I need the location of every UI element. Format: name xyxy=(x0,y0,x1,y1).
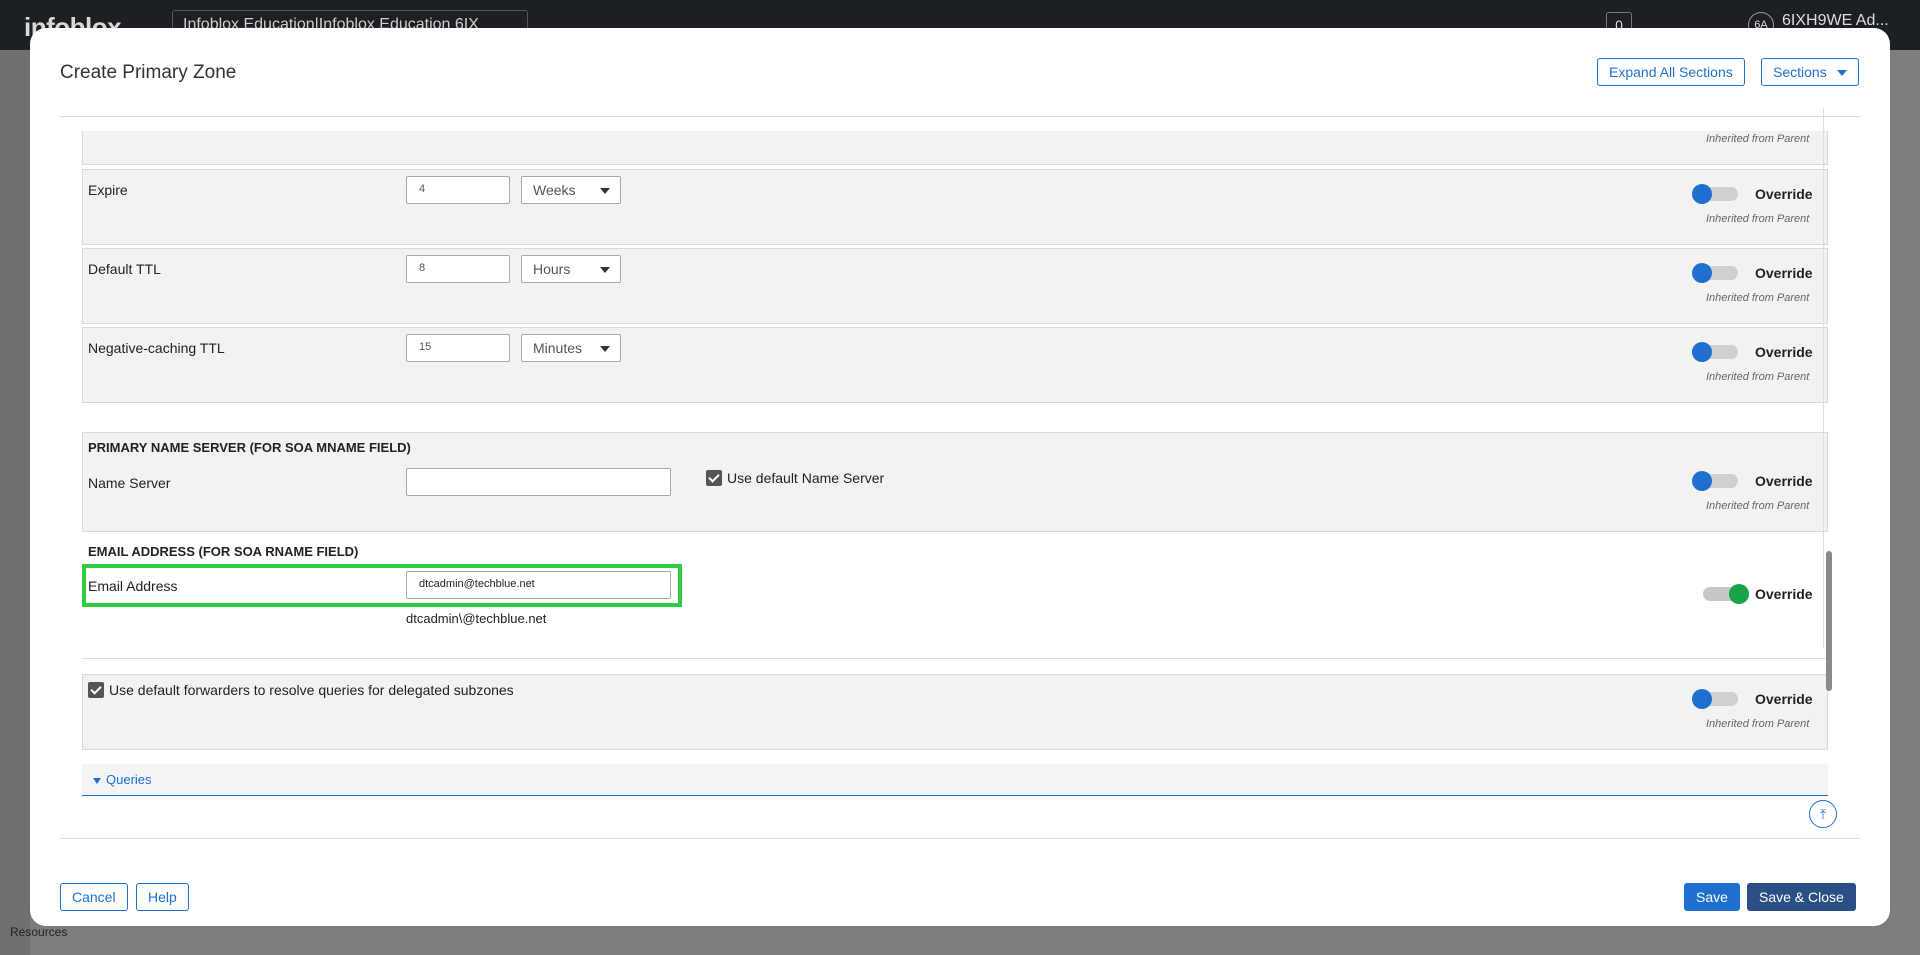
caret-down-icon xyxy=(93,778,101,784)
toggle-knob xyxy=(1692,471,1712,491)
override-label: Override xyxy=(1755,691,1813,707)
expire-input[interactable]: 4 xyxy=(406,176,510,204)
app-sidebar xyxy=(0,50,30,955)
sections-label: Sections xyxy=(1773,64,1827,80)
header-divider xyxy=(60,116,1860,117)
negative-ttl-label: Negative-caching TTL xyxy=(88,340,225,356)
scroll-to-top-icon[interactable]: ⤒ xyxy=(1809,800,1837,828)
expire-override-toggle[interactable] xyxy=(1692,184,1738,204)
default-ttl-unit-select[interactable]: Hours xyxy=(521,255,621,283)
section-divider xyxy=(82,658,1828,659)
toggle-knob xyxy=(1692,263,1712,283)
negative-ttl-panel xyxy=(82,327,1828,403)
email-override-toggle[interactable] xyxy=(1703,584,1749,604)
refresh-panel-partial xyxy=(82,131,1828,165)
sidebar-resources-label: Resources xyxy=(10,925,68,939)
name-server-override-toggle[interactable] xyxy=(1692,471,1738,491)
scrollbar-thumb[interactable] xyxy=(1826,551,1832,691)
default-ttl-override-toggle[interactable] xyxy=(1692,263,1738,283)
default-ttl-input[interactable]: 8 xyxy=(406,255,510,283)
save-and-close-button[interactable]: Save & Close xyxy=(1747,883,1856,911)
queries-section-header[interactable]: Queries xyxy=(82,764,1828,796)
default-ttl-label: Default TTL xyxy=(88,261,161,277)
dialog-title: Create Primary Zone xyxy=(60,62,237,83)
toggle-knob xyxy=(1692,184,1712,204)
use-default-forwarders-checkbox[interactable] xyxy=(88,682,104,698)
inherited-label: Inherited from Parent xyxy=(1706,213,1810,225)
expire-unit-value: Weeks xyxy=(533,182,576,198)
chevron-down-icon xyxy=(600,267,610,273)
toggle-knob xyxy=(1692,342,1712,362)
email-address-input[interactable]: dtcadmin@techblue.net xyxy=(406,571,671,599)
email-escaped-preview: dtcadmin\@techblue.net xyxy=(406,611,547,626)
footer-divider xyxy=(60,838,1860,839)
default-ttl-panel xyxy=(82,248,1828,324)
inherited-label: Inherited from Parent xyxy=(1706,292,1810,304)
inherited-label: Inherited from Parent xyxy=(1706,371,1810,383)
override-label: Override xyxy=(1755,265,1813,281)
help-button[interactable]: Help xyxy=(136,883,189,911)
chevron-down-icon xyxy=(600,188,610,194)
expand-all-sections-button[interactable]: Expand All Sections xyxy=(1597,58,1745,86)
default-ttl-unit-value: Hours xyxy=(533,261,571,277)
negative-ttl-unit-value: Minutes xyxy=(533,340,583,356)
email-address-label: Email Address xyxy=(88,578,178,594)
override-label: Override xyxy=(1755,586,1813,602)
inherited-label: Inherited from Parent xyxy=(1706,500,1810,512)
email-address-heading: EMAIL ADDRESS (FOR SOA RNAME FIELD) xyxy=(88,544,359,559)
use-default-name-server-label: Use default Name Server xyxy=(727,470,885,486)
forwarders-override-toggle[interactable] xyxy=(1692,689,1738,709)
expire-panel xyxy=(82,169,1828,245)
negative-ttl-override-toggle[interactable] xyxy=(1692,342,1738,362)
sections-dropdown-button[interactable]: Sections xyxy=(1761,58,1859,86)
negative-ttl-input[interactable]: 15 xyxy=(406,334,510,362)
negative-ttl-unit-select[interactable]: Minutes xyxy=(521,334,621,362)
use-default-name-server-checkbox[interactable] xyxy=(706,470,722,486)
expire-label: Expire xyxy=(88,182,128,198)
inherited-label: Inherited from Parent xyxy=(1706,718,1810,730)
primary-name-server-heading: PRIMARY NAME SERVER (FOR SOA MNAME FIELD… xyxy=(88,440,411,455)
vertical-scrollbar[interactable] xyxy=(1823,108,1833,691)
toggle-knob xyxy=(1729,584,1749,604)
chevron-down-icon xyxy=(1836,70,1847,77)
queries-label: Queries xyxy=(106,772,152,787)
cancel-button[interactable]: Cancel xyxy=(60,883,128,911)
use-default-forwarders-label: Use default forwarders to resolve querie… xyxy=(109,682,514,698)
override-label: Override xyxy=(1755,186,1813,202)
toggle-knob xyxy=(1692,689,1712,709)
chevron-down-icon xyxy=(600,346,610,352)
override-label: Override xyxy=(1755,344,1813,360)
name-server-label: Name Server xyxy=(88,475,171,491)
inherited-label: Inherited from Parent xyxy=(1706,133,1810,145)
name-server-input[interactable] xyxy=(406,468,671,496)
save-button[interactable]: Save xyxy=(1684,883,1740,911)
override-label: Override xyxy=(1755,473,1813,489)
expire-unit-select[interactable]: Weeks xyxy=(521,176,621,204)
